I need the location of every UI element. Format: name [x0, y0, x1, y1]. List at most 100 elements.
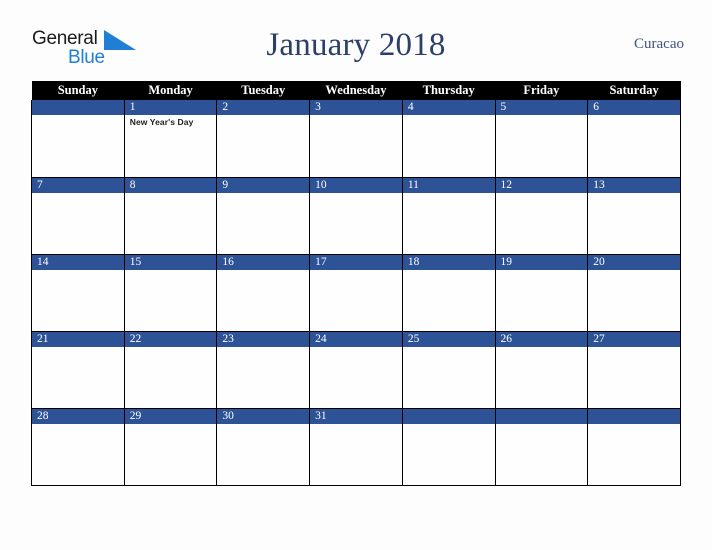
- day-number: 22: [124, 331, 217, 347]
- day-cell-inner: [588, 408, 680, 485]
- day-cell-inner: 14: [32, 254, 124, 331]
- day-cell-inner: 7: [32, 177, 124, 254]
- calendar-day-cell[interactable]: 28: [31, 408, 125, 486]
- calendar-day-cell[interactable]: 2: [216, 100, 311, 178]
- calendar-day-cell[interactable]: 21: [31, 331, 125, 409]
- day-number: 31: [310, 408, 402, 424]
- day-number: 12: [495, 177, 588, 193]
- calendar-day-cell[interactable]: 23: [216, 331, 311, 409]
- day-number: 17: [310, 254, 402, 270]
- calendar-day-cell[interactable]: 16: [216, 254, 311, 332]
- calendar-day-cell[interactable]: 29: [123, 408, 218, 486]
- day-events: [588, 193, 680, 195]
- calendar-day-cell[interactable]: [494, 408, 589, 486]
- day-cell-inner: 22: [124, 331, 217, 408]
- day-events: [310, 347, 402, 349]
- calendar-day-cell[interactable]: 13: [587, 177, 681, 255]
- calendar-day-cell[interactable]: 20: [587, 254, 681, 332]
- calendar-day-cell[interactable]: 25: [401, 331, 496, 409]
- calendar-day-cell[interactable]: 19: [494, 254, 589, 332]
- day-cell-inner: 10: [310, 177, 402, 254]
- day-events: [588, 347, 680, 349]
- day-number: 25: [402, 331, 495, 347]
- day-cell-inner: 27: [588, 331, 680, 408]
- day-cell-inner: [32, 100, 124, 177]
- calendar-day-cell[interactable]: 10: [309, 177, 403, 255]
- day-events: [217, 270, 309, 272]
- day-events: [496, 424, 588, 426]
- calendar-body: 1 New Year's Day 2 3 4 5 6 7 8 9 10 11 12 13 14 15 16 17 1…: [31, 100, 681, 486]
- calendar-day-cell[interactable]: 14: [31, 254, 125, 332]
- calendar-day-cell[interactable]: 31: [309, 408, 403, 486]
- weekday-header-wednesday: Wednesday: [309, 81, 403, 100]
- calendar-day-cell[interactable]: 17: [309, 254, 403, 332]
- calendar-week-row: 28 29 30 31: [31, 408, 681, 486]
- day-cell-inner: 24: [310, 331, 402, 408]
- day-number: [32, 100, 124, 115]
- calendar-day-cell[interactable]: 24: [309, 331, 403, 409]
- calendar-day-cell[interactable]: 7: [31, 177, 125, 255]
- day-number: 14: [32, 254, 124, 270]
- calendar-week-row: 14 15 16 17 18 19 20: [31, 254, 681, 332]
- day-events: [125, 424, 217, 426]
- day-cell-inner: 11: [402, 177, 495, 254]
- weekday-header-friday: Friday: [495, 81, 588, 100]
- day-cell-inner: 26: [495, 331, 588, 408]
- calendar-day-cell[interactable]: 5: [494, 100, 589, 178]
- day-number: 15: [124, 254, 217, 270]
- day-number: [402, 408, 495, 424]
- day-number: 3: [310, 100, 402, 115]
- calendar-day-cell[interactable]: 9: [216, 177, 311, 255]
- day-events: [32, 347, 124, 349]
- event-label: New Year's Day: [129, 117, 194, 127]
- day-events: [588, 270, 680, 272]
- day-number: 28: [32, 408, 124, 424]
- day-number: 27: [588, 331, 680, 347]
- day-number: 24: [310, 331, 402, 347]
- day-number: 11: [402, 177, 495, 193]
- calendar-day-cell[interactable]: [587, 408, 681, 486]
- day-cell-inner: 2: [217, 100, 310, 177]
- calendar-day-cell[interactable]: 6: [587, 100, 681, 178]
- calendar-day-cell[interactable]: 12: [494, 177, 589, 255]
- day-events: [496, 115, 588, 117]
- day-events: [125, 270, 217, 272]
- day-cell-inner: 3: [310, 100, 402, 177]
- calendar-day-cell[interactable]: 30: [216, 408, 311, 486]
- day-number: 21: [32, 331, 124, 347]
- weekday-header-sunday: Sunday: [31, 81, 125, 100]
- day-events: [217, 347, 309, 349]
- day-cell-inner: 4: [402, 100, 495, 177]
- calendar-day-cell[interactable]: 1 New Year's Day: [123, 100, 218, 178]
- day-number: 10: [310, 177, 402, 193]
- day-cell-inner: 8: [124, 177, 217, 254]
- day-cell-inner: [402, 408, 495, 485]
- page-header: General Blue January 2018 Curacao: [0, 22, 712, 74]
- calendar-day-cell[interactable]: [401, 408, 496, 486]
- calendar-day-cell[interactable]: 27: [587, 331, 681, 409]
- day-cell-inner: 18: [402, 254, 495, 331]
- day-number: 23: [217, 331, 310, 347]
- day-events: [32, 193, 124, 195]
- calendar-day-cell[interactable]: 8: [123, 177, 218, 255]
- calendar-day-cell[interactable]: 3: [309, 100, 403, 178]
- calendar-day-cell[interactable]: 18: [401, 254, 496, 332]
- day-number: [588, 408, 680, 424]
- calendar-day-cell[interactable]: 4: [401, 100, 496, 178]
- day-cell-inner: 13: [588, 177, 680, 254]
- day-cell-inner: 19: [495, 254, 588, 331]
- calendar-day-cell[interactable]: 22: [123, 331, 218, 409]
- calendar-week-row: 1 New Year's Day 2 3 4 5 6: [31, 100, 681, 178]
- day-cell-inner: 21: [32, 331, 124, 408]
- calendar-day-cell[interactable]: 26: [494, 331, 589, 409]
- day-number: 7: [32, 177, 124, 193]
- calendar-week-row: 21 22 23 24 25 26 27: [31, 331, 681, 409]
- day-events: [403, 115, 495, 117]
- day-events: [403, 270, 495, 272]
- calendar-day-cell[interactable]: 11: [401, 177, 496, 255]
- calendar-day-cell[interactable]: [31, 100, 125, 178]
- day-number: 30: [217, 408, 310, 424]
- day-cell-inner: 16: [217, 254, 310, 331]
- day-number: 20: [588, 254, 680, 270]
- calendar-day-cell[interactable]: 15: [123, 254, 218, 332]
